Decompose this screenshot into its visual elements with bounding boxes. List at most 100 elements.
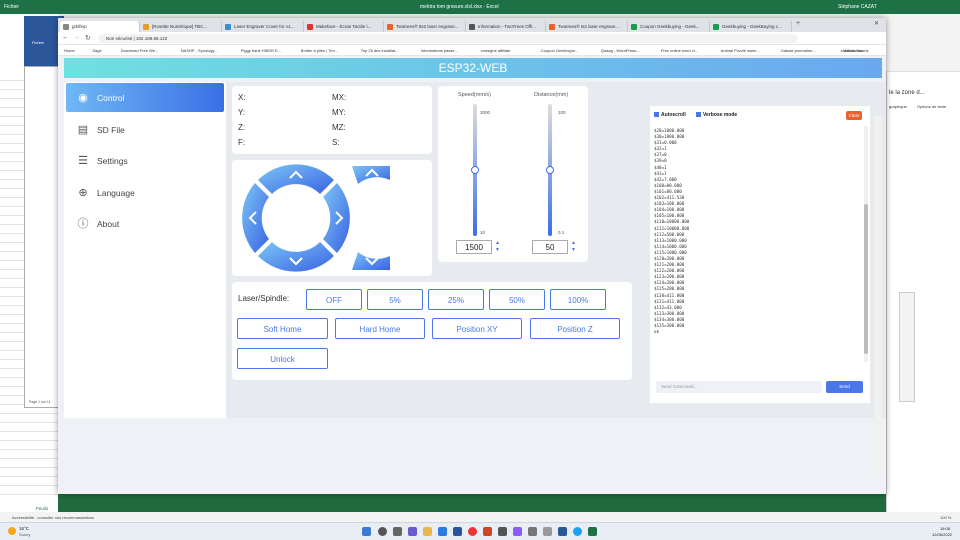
- unlock-button[interactable]: Unlock: [237, 348, 328, 369]
- console-scrollbar[interactable]: [864, 126, 868, 362]
- browser-tab[interactable]: Information - TwoTrees Offi...: [466, 21, 546, 32]
- browser-tab[interactable]: grblhvp: [60, 21, 140, 32]
- sidebar-item-sd-file[interactable]: ▤ SD File: [66, 115, 224, 144]
- z-down-button[interactable]: [352, 252, 390, 270]
- distance-input[interactable]: 50: [532, 240, 568, 254]
- command-input[interactable]: Send Command...: [656, 381, 822, 393]
- clear-button[interactable]: Clear: [846, 111, 862, 120]
- sidebar-item-label: About: [97, 219, 120, 229]
- soft-home-button[interactable]: Soft Home: [237, 318, 328, 339]
- bookmark-item[interactable]: Sage: [92, 48, 101, 53]
- back-icon[interactable]: ←: [62, 34, 69, 41]
- task-view-icon[interactable]: [393, 527, 402, 536]
- bookmark-item[interactable]: consigne affiliate: [481, 48, 511, 53]
- browser-tab[interactable]: Makeface - Écran Tactile l...: [304, 21, 384, 32]
- browser-tab[interactable]: Laser Engraver Cover for v1...: [222, 21, 304, 32]
- bookmark-item[interactable]: Piggy bank HIKER E...: [241, 48, 281, 53]
- bookmark-item[interactable]: Informations passe...: [421, 48, 458, 53]
- browser-tab[interactable]: Geekbuying - GeekBuying c...: [710, 21, 792, 32]
- new-tab-icon[interactable]: +: [796, 20, 800, 27]
- explorer-icon[interactable]: [423, 527, 432, 536]
- app-icon[interactable]: [483, 527, 492, 536]
- app-icon[interactable]: [498, 527, 507, 536]
- forward-icon[interactable]: →: [73, 34, 80, 41]
- coords-card: X: Y: Z: F: MX: MY: MZ: S:: [232, 86, 432, 154]
- excel-icon[interactable]: [588, 527, 597, 536]
- position-z-button[interactable]: Position Z: [530, 318, 620, 339]
- z-up-button[interactable]: [352, 166, 390, 184]
- bookmark-item[interactable]: Download Free We...: [121, 48, 159, 53]
- bookmark-item[interactable]: Coupon Geekbuyin...: [541, 48, 579, 53]
- app-icon[interactable]: [573, 527, 582, 536]
- laser-off-button[interactable]: OFF: [306, 289, 362, 310]
- reload-icon[interactable]: ↻: [85, 34, 91, 42]
- close-icon[interactable]: ✕: [874, 20, 879, 27]
- laser-5-button[interactable]: 5%: [367, 289, 423, 310]
- drawing-toolbar[interactable]: [899, 292, 915, 402]
- distance-label: Distance(mm): [534, 92, 569, 98]
- search-icon[interactable]: [378, 527, 387, 536]
- bookmark-item[interactable]: Free online word cl...: [661, 48, 698, 53]
- favicon-icon: [469, 24, 475, 30]
- speed-input[interactable]: 1500: [456, 240, 492, 254]
- hard-home-button[interactable]: Hard Home: [335, 318, 425, 339]
- url-bar[interactable]: Non sécurisé | 192.168.68.122: [98, 34, 798, 43]
- bookmark-item[interactable]: Boîtier à piles | Tim...: [301, 48, 338, 53]
- sidebar-item-language[interactable]: ⊕ Language: [66, 178, 224, 207]
- tab-strip: grblhvp [Rosette Numérique] TBC... Laser E…: [58, 18, 886, 32]
- sheet-tab[interactable]: Feuil1: [30, 506, 55, 511]
- distance-slider-handle[interactable]: [546, 166, 554, 174]
- store-icon[interactable]: [453, 527, 462, 536]
- bookmark-item[interactable]: Animal Puzzle swim...: [721, 48, 760, 53]
- coord-z: Z:: [238, 123, 246, 132]
- app-icon[interactable]: [543, 527, 552, 536]
- jog-down-button[interactable]: [258, 242, 334, 272]
- sidebar: ◉ Control ▤ SD File ☰ Settings ⊕ Language ⓘ About: [64, 82, 226, 418]
- tab-label: Coupon Geekbuying - Geek...: [640, 24, 700, 29]
- bookmark-item[interactable]: Autres favoris: [844, 48, 868, 53]
- start-icon[interactable]: [362, 527, 371, 536]
- app-icon[interactable]: [513, 527, 522, 536]
- tab-label: Makeface - Écran Tactile l...: [316, 24, 372, 29]
- bookmark-item[interactable]: Top 25 des installat...: [361, 48, 399, 53]
- bookmark-item[interactable]: Home: [64, 48, 75, 53]
- tab-label: [Rosette Numérique] TBC...: [152, 24, 208, 29]
- laser-100-button[interactable]: 100%: [550, 289, 606, 310]
- bookmark-item[interactable]: Gabaix promotion...: [781, 48, 816, 53]
- excel-title-bar: Fichier mektra tom gravure.xlsl.xlsx - E…: [0, 0, 960, 14]
- laser-25-button[interactable]: 25%: [428, 289, 484, 310]
- speed-stepper[interactable]: ▲ ▼: [495, 240, 500, 254]
- widgets-icon[interactable]: [408, 527, 417, 536]
- console-scroll-thumb[interactable]: [864, 204, 868, 354]
- speed-slider-handle[interactable]: [471, 166, 479, 174]
- autoscroll-checkbox[interactable]: Autoscroll: [654, 112, 686, 118]
- bookmark-item[interactable]: NASHP - Synology...: [181, 48, 218, 53]
- position-xy-button[interactable]: Position XY: [432, 318, 522, 339]
- jog-left-button[interactable]: [242, 183, 269, 253]
- browser-tab[interactable]: Twotrees® tts2 laser engrave...: [384, 21, 466, 32]
- edge-icon[interactable]: [438, 527, 447, 536]
- excel-file-menu[interactable]: Fichier: [4, 4, 19, 10]
- sidebar-item-settings[interactable]: ☰ Settings: [66, 146, 224, 175]
- app-icon[interactable]: [528, 527, 537, 536]
- word-icon[interactable]: [558, 527, 567, 536]
- send-button[interactable]: Send: [826, 381, 863, 393]
- chrome-icon[interactable]: [468, 527, 477, 536]
- laser-50-button[interactable]: 50%: [489, 289, 545, 310]
- weather-icon[interactable]: [8, 527, 16, 535]
- file-icon: ▤: [77, 123, 89, 136]
- page-scrollbar[interactable]: [874, 116, 882, 476]
- favicon-icon: [63, 24, 69, 30]
- jog-right-button[interactable]: [323, 183, 350, 253]
- jog-up-button[interactable]: [258, 164, 334, 194]
- browser-tab[interactable]: Coupon Geekbuying - Geek...: [628, 21, 710, 32]
- browser-tab[interactable]: Twotrees® ts2 laser engrave...: [546, 21, 628, 32]
- sidebar-item-control[interactable]: ◉ Control: [66, 83, 224, 112]
- coord-my: MY:: [332, 108, 346, 117]
- verbose-checkbox[interactable]: Verbose mode: [696, 112, 737, 118]
- distance-stepper[interactable]: ▲ ▼: [571, 240, 576, 254]
- bookmark-item[interactable]: Quaag - WordPress...: [601, 48, 640, 53]
- browser-tab[interactable]: [Rosette Numérique] TBC...: [140, 21, 222, 32]
- address-row: ← → ↻ Non sécurisé | 192.168.68.122: [58, 32, 886, 45]
- sidebar-item-about[interactable]: ⓘ About: [66, 209, 224, 238]
